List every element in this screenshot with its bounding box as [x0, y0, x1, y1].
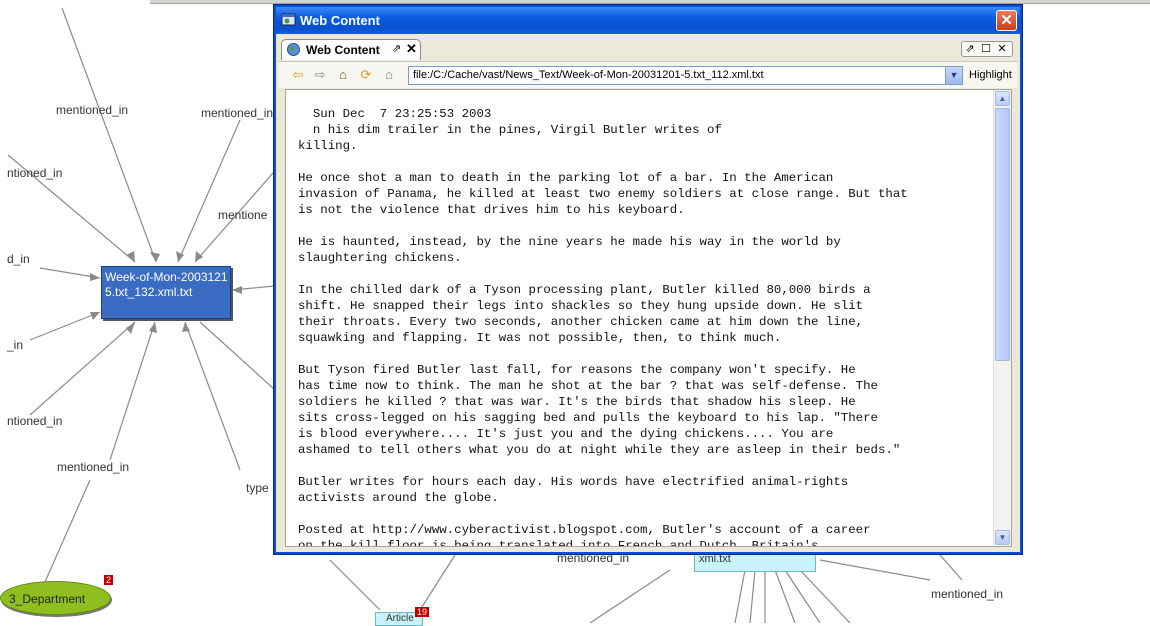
refresh-icon[interactable]: ⟳ [357, 66, 375, 84]
close-button[interactable]: ✕ [996, 10, 1017, 31]
close-view-icon[interactable]: ✕ [994, 42, 1010, 56]
scroll-down-button[interactable]: ▼ [995, 530, 1010, 545]
maximize-icon[interactable]: ☐ [978, 42, 994, 56]
dialog-title: Web Content [300, 13, 380, 28]
pin-icon[interactable]: ⇗ [392, 42, 401, 55]
web-content-dialog: Web Content ✕ Web Content ⇗ ✕ ⇗ ☐ ✕ ⇦ ⇨ ⌂ … [274, 5, 1022, 554]
back-arrow-icon[interactable]: ⇦ [289, 66, 307, 84]
tab-web-content[interactable]: Web Content ⇗ ✕ [281, 39, 421, 60]
node-label: 3_Department [9, 592, 86, 606]
edge-label: _in [7, 338, 24, 352]
stop-icon[interactable]: ⌂ [380, 66, 398, 84]
graph-node-department[interactable]: 3_Department [0, 581, 111, 615]
edge-label: ntioned_in [7, 414, 63, 428]
chevron-down-icon[interactable]: ▼ [945, 67, 962, 84]
view-controls: ⇗ ☐ ✕ [961, 41, 1013, 57]
content-pane: Sun Dec 7 23:25:53 2003 n his dim traile… [285, 89, 1012, 547]
document-text: Sun Dec 7 23:25:53 2003 n his dim traile… [298, 107, 908, 547]
node-label: Article [386, 613, 414, 624]
edge-label: type [246, 481, 269, 495]
url-text: file:/C:/Cache/vast/News_Text/Week-of-Mo… [413, 69, 764, 81]
browser-toolbar: ⇦ ⇨ ⌂ ⟳ ⌂ file:/C:/Cache/vast/News_Text/… [279, 61, 1017, 88]
highlight-button[interactable]: Highlight [969, 69, 1012, 81]
tab-label: Web Content [306, 43, 380, 57]
home-icon[interactable]: ⌂ [334, 66, 352, 84]
tab-close-icon[interactable]: ✕ [406, 41, 417, 57]
count-badge: 19 [415, 607, 430, 617]
edge-label: mentioned_in [201, 106, 274, 120]
globe-icon [287, 43, 300, 56]
restore-icon[interactable]: ⇗ [962, 42, 978, 56]
window-icon [281, 13, 296, 26]
vertical-scrollbar[interactable]: ▲ ▼ [993, 90, 1011, 546]
count-badge: 2 [104, 575, 114, 585]
tab-bar: Web Content ⇗ ✕ ⇗ ☐ ✕ [279, 38, 1017, 60]
edge-label: mentioned_in [931, 587, 1004, 601]
edge-label: mentione [218, 208, 268, 222]
node-label: xml.txt [699, 553, 731, 565]
url-field[interactable]: file:/C:/Cache/vast/News_Text/Week-of-Mo… [408, 66, 963, 85]
graph-node-document[interactable]: Week-of-Mon-20031215.txt_132.xml.txt [101, 266, 231, 319]
edge-label: d_in [7, 252, 30, 266]
scroll-up-button[interactable]: ▲ [995, 91, 1010, 106]
edge-label: mentioned_in [57, 460, 130, 474]
forward-arrow-icon[interactable]: ⇨ [311, 66, 329, 84]
edge-label: mentioned_in [56, 103, 129, 117]
dialog-title-bar[interactable]: Web Content ✕ [276, 7, 1020, 34]
scroll-thumb[interactable] [995, 108, 1010, 361]
edge-label: ntioned_in [7, 166, 63, 180]
